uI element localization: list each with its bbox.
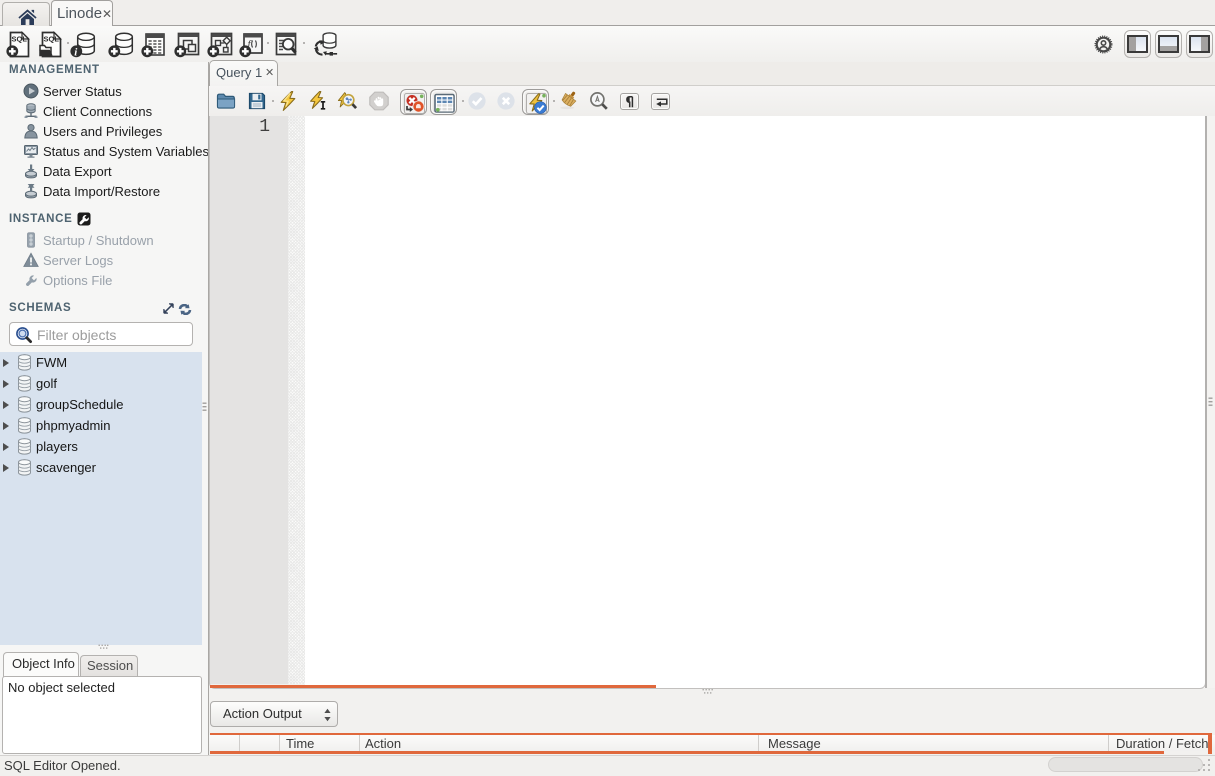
svg-text:SQL: SQL <box>12 35 28 44</box>
svg-text:SQL: SQL <box>43 35 59 44</box>
